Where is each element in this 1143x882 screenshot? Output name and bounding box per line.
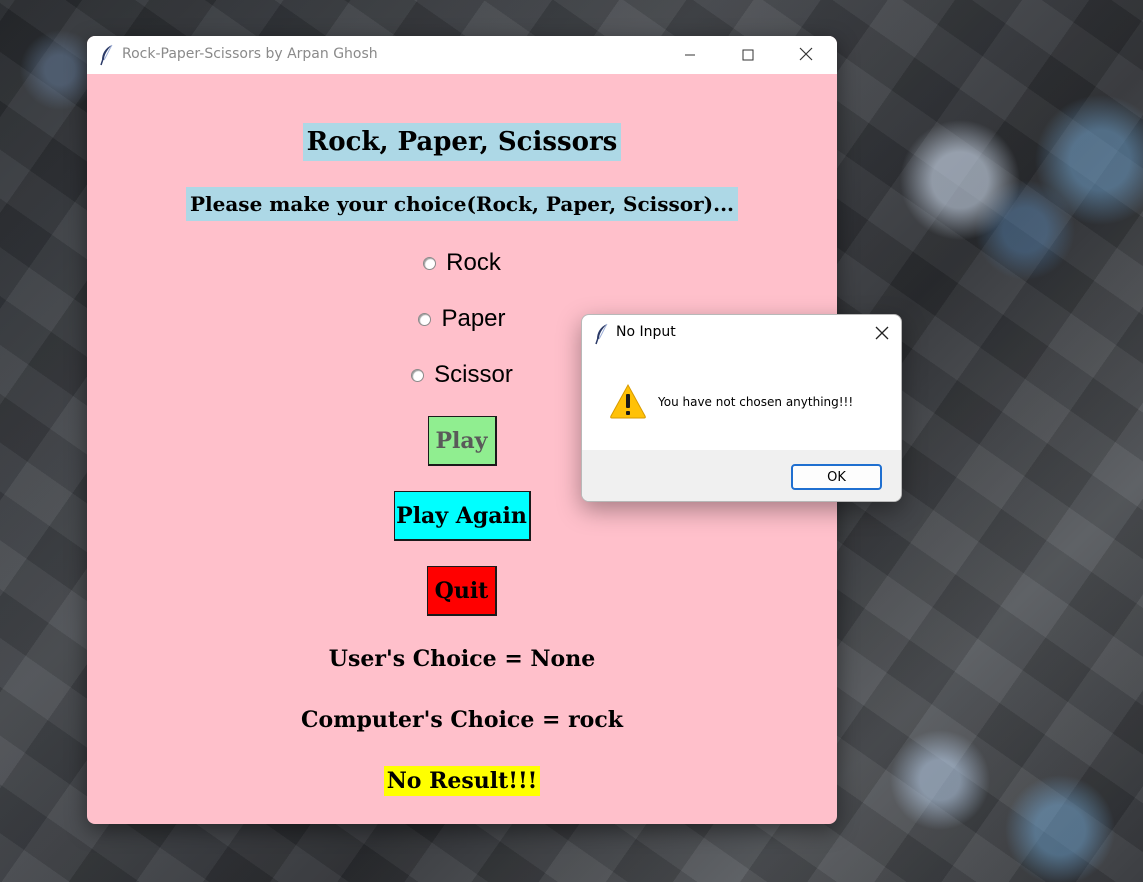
dialog-close-button[interactable]: [866, 319, 898, 349]
radio-scissor[interactable]: Scissor: [411, 361, 513, 389]
no-input-dialog: No Input You have not chosen anything!!!…: [581, 314, 902, 502]
radio-rock[interactable]: Rock: [423, 249, 501, 277]
radio-button-paper[interactable]: [418, 312, 432, 326]
radio-label-rock: Rock: [446, 249, 501, 276]
warning-icon: [609, 383, 647, 419]
ok-button[interactable]: OK: [791, 464, 882, 490]
dialog-footer: OK: [582, 450, 901, 501]
window-title: Rock-Paper-Scissors by Arpan Ghosh: [122, 46, 378, 62]
close-icon: [799, 46, 813, 65]
feather-icon: [594, 323, 610, 345]
radio-label-scissor: Scissor: [434, 361, 513, 388]
radio-button-scissor[interactable]: [411, 368, 425, 382]
close-button[interactable]: [777, 36, 835, 74]
computer-choice-label: Computer's Choice = rock: [301, 707, 623, 733]
close-icon: [875, 325, 889, 344]
maximize-button[interactable]: [719, 36, 777, 74]
minimize-icon: [684, 46, 696, 65]
play-button[interactable]: Play: [427, 416, 497, 466]
dialog-message: You have not chosen anything!!!: [658, 395, 854, 409]
minimize-button[interactable]: [661, 36, 719, 74]
quit-button[interactable]: Quit: [427, 566, 497, 616]
app-heading: Rock, Paper, Scissors: [302, 123, 622, 161]
choice-prompt: Please make your choice(Rock, Paper, Sci…: [185, 187, 739, 221]
user-choice-label: User's Choice = None: [328, 646, 596, 672]
result-label: No Result!!!: [383, 766, 541, 796]
radio-label-paper: Paper: [441, 305, 506, 332]
radio-paper[interactable]: Paper: [418, 305, 506, 333]
maximize-icon: [742, 46, 754, 65]
title-bar[interactable]: Rock-Paper-Scissors by Arpan Ghosh: [87, 36, 837, 74]
feather-icon: [99, 44, 115, 66]
dialog-title: No Input: [616, 324, 676, 340]
play-again-button[interactable]: Play Again: [393, 491, 531, 541]
radio-button-rock[interactable]: [423, 256, 437, 270]
